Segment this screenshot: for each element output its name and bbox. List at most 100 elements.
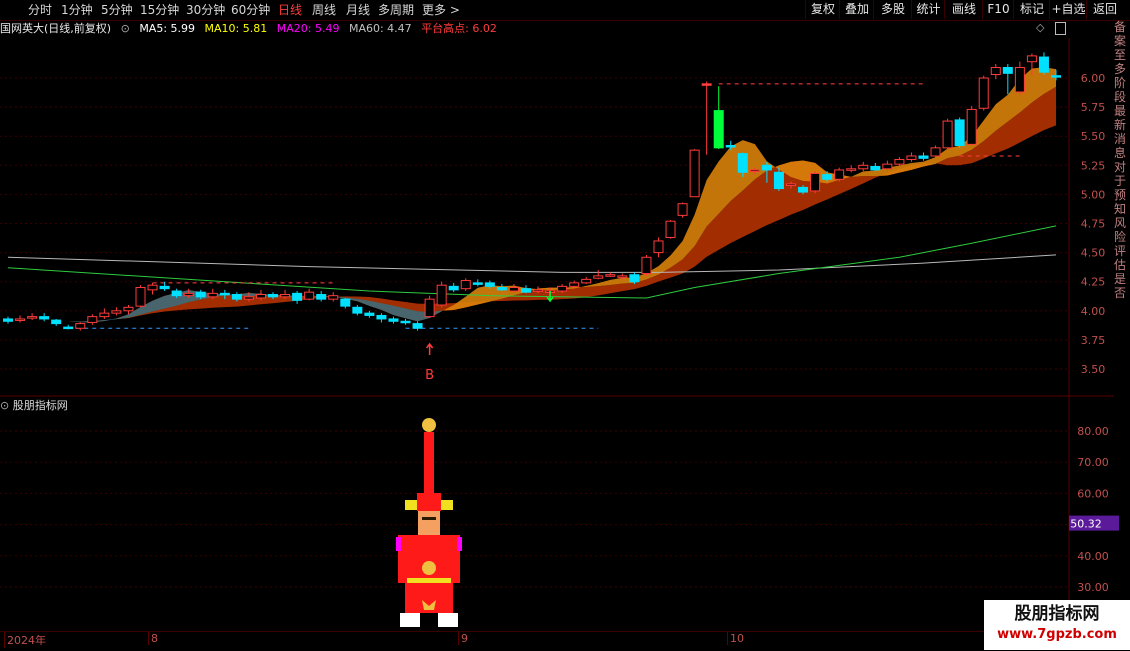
- toolbar-button[interactable]: 画线: [944, 0, 983, 19]
- candle-body[interactable]: [219, 292, 230, 296]
- candle-body[interactable]: [51, 319, 62, 325]
- candle-body[interactable]: [304, 291, 315, 300]
- candle-body[interactable]: [400, 320, 411, 324]
- candle-body[interactable]: [581, 278, 592, 284]
- candle-body[interactable]: [123, 306, 134, 312]
- candle-body[interactable]: [171, 290, 182, 297]
- candle-body[interactable]: [870, 165, 881, 171]
- candle-body[interactable]: [713, 110, 724, 149]
- candle-body[interactable]: [834, 169, 845, 180]
- toolbar-button[interactable]: 标记: [1013, 0, 1050, 19]
- period-tab[interactable]: 5分钟: [101, 0, 133, 20]
- candle-body[interactable]: [785, 183, 796, 186]
- toolbar-button[interactable]: 复权: [805, 0, 840, 19]
- collapse-icon[interactable]: ◇: [1036, 21, 1044, 34]
- candle-body[interactable]: [207, 292, 218, 298]
- candle-body[interactable]: [376, 314, 387, 320]
- candle-body[interactable]: [882, 163, 893, 170]
- period-tab[interactable]: 60分钟: [231, 0, 270, 20]
- candle-body[interactable]: [593, 275, 604, 279]
- candle-body[interactable]: [448, 285, 459, 291]
- candle-body[interactable]: [737, 153, 748, 173]
- toolbar-button[interactable]: 返回: [1086, 0, 1123, 19]
- candle-body[interactable]: [942, 120, 953, 149]
- candle-body[interactable]: [930, 147, 941, 157]
- candle-body[interactable]: [617, 275, 628, 278]
- period-tab[interactable]: 1分钟: [61, 0, 93, 20]
- candle-body[interactable]: [460, 280, 471, 290]
- candle-body[interactable]: [689, 149, 700, 198]
- settings-icon[interactable]: ⊙: [121, 22, 130, 35]
- candle-body[interactable]: [472, 282, 483, 285]
- period-tab[interactable]: 月线: [346, 0, 370, 20]
- candle-body[interactable]: [484, 282, 495, 287]
- candle-body[interactable]: [159, 285, 170, 290]
- candle-body[interactable]: [773, 171, 784, 190]
- candle-body[interactable]: [665, 220, 676, 238]
- candle-body[interactable]: [1026, 55, 1037, 63]
- candle-body[interactable]: [412, 323, 423, 329]
- candle-body[interactable]: [39, 316, 50, 320]
- candle-body[interactable]: [533, 289, 544, 292]
- candle-body[interactable]: [761, 164, 772, 171]
- period-tab[interactable]: 多周期: [378, 0, 414, 20]
- candle-body[interactable]: [111, 310, 122, 314]
- candle-body[interactable]: [87, 316, 98, 323]
- candle-body[interactable]: [496, 287, 507, 291]
- candle-body[interactable]: [352, 306, 363, 314]
- candle-body[interactable]: [569, 282, 580, 287]
- candle-body[interactable]: [243, 296, 254, 300]
- toolbar-button[interactable]: 多股: [873, 0, 912, 19]
- candle-body[interactable]: [328, 295, 339, 300]
- toolbar-button[interactable]: 统计: [911, 0, 945, 19]
- candle-body[interactable]: [846, 168, 857, 171]
- candle-body[interactable]: [1014, 67, 1025, 93]
- candle-body[interactable]: [749, 169, 760, 172]
- candle-body[interactable]: [147, 284, 158, 291]
- candle-body[interactable]: [183, 292, 194, 297]
- candle-body[interactable]: [1051, 75, 1061, 78]
- candle-body[interactable]: [3, 318, 13, 322]
- candle-body[interactable]: [99, 312, 110, 318]
- period-tab[interactable]: 15分钟: [140, 0, 179, 20]
- candle-body[interactable]: [63, 326, 74, 330]
- candle-body[interactable]: [424, 298, 435, 318]
- candle-body[interactable]: [918, 155, 929, 159]
- toolbar-button[interactable]: 叠加: [839, 0, 874, 19]
- candle-body[interactable]: [75, 323, 86, 329]
- indicator-panel[interactable]: 80.0070.0060.0050.0040.0030.0050.32: [0, 397, 1130, 631]
- candle-body[interactable]: [1038, 56, 1049, 73]
- candle-body[interactable]: [798, 186, 809, 193]
- period-tab[interactable]: 分时: [28, 0, 52, 20]
- candle-body[interactable]: [231, 294, 242, 300]
- candle-body[interactable]: [954, 119, 965, 147]
- candle-body[interactable]: [27, 316, 38, 319]
- period-tab[interactable]: 周线: [312, 0, 336, 20]
- candle-body[interactable]: [436, 284, 447, 306]
- candle-body[interactable]: [1002, 67, 1013, 74]
- stock-name[interactable]: 国网英大(日线,前复权): [0, 22, 111, 35]
- period-tab[interactable]: 30分钟: [186, 0, 225, 20]
- candle-body[interactable]: [978, 77, 989, 109]
- candle-body[interactable]: [255, 294, 266, 299]
- window-icon[interactable]: [1055, 22, 1066, 35]
- candle-body[interactable]: [135, 287, 146, 307]
- candlestick-chart[interactable]: 6.00 5.75 5.50 5.25 5.00 4.75 4.50 4.25 4.00 3.75…: [0, 38, 1114, 397]
- candle-body[interactable]: [810, 172, 821, 192]
- candle-body[interactable]: [364, 312, 375, 316]
- candle-body[interactable]: [701, 83, 712, 86]
- candle-body[interactable]: [292, 292, 303, 301]
- candle-body[interactable]: [268, 294, 279, 298]
- candle-body[interactable]: [195, 291, 206, 298]
- period-tab[interactable]: 日线: [278, 0, 302, 20]
- candle-body[interactable]: [605, 274, 616, 277]
- candle-body[interactable]: [725, 145, 736, 148]
- candle-body[interactable]: [990, 67, 1001, 76]
- toolbar-button[interactable]: +自选: [1049, 0, 1087, 19]
- candle-body[interactable]: [822, 174, 833, 180]
- toolbar-button[interactable]: F10: [982, 0, 1014, 19]
- candle-body[interactable]: [653, 240, 664, 254]
- candle-body[interactable]: [557, 285, 568, 292]
- candle-body[interactable]: [641, 256, 652, 275]
- candle-body[interactable]: [894, 158, 905, 165]
